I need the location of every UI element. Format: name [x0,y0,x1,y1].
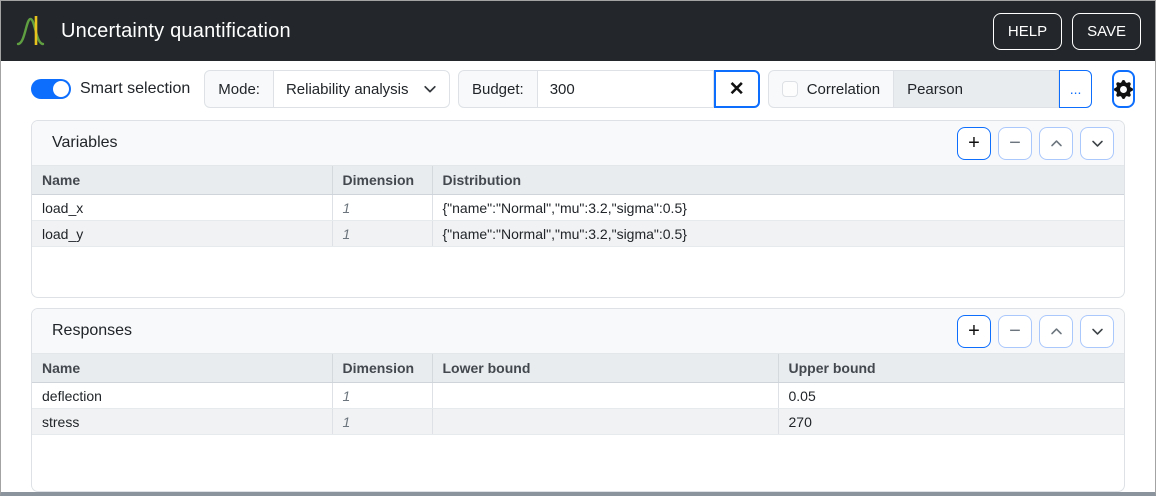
column-header: Dimension [332,354,432,383]
table-row[interactable]: load_y1{"name":"Normal","mu":3.2,"sigma"… [32,221,1124,247]
variables-panel-header: Variables + − [32,121,1124,166]
variables-table: NameDimensionDistribution load_x1{"name"… [32,166,1124,247]
help-button[interactable]: HELP [993,13,1062,50]
column-header: Upper bound [778,354,1124,383]
responses-panel-header: Responses + − [32,309,1124,354]
move-response-up-button[interactable] [1039,315,1073,348]
correlation-checkbox[interactable] [782,81,798,97]
correlation-method-value: Pearson [907,81,963,98]
table-cell[interactable] [432,409,778,435]
responses-panel-title: Responses [52,322,132,340]
variables-table-header-row: NameDimensionDistribution [32,166,1124,195]
mode-selected-value: Reliability analysis [286,81,409,98]
responses-panel: Responses + − NameDimensionLower boundUp… [31,308,1125,492]
correlation-group: Correlation Pearson ... [768,70,1092,108]
table-cell[interactable]: load_x [32,195,332,221]
variables-panel: Variables + − NameDimensionDistribution … [31,120,1125,298]
budget-group: Budget: ✕ [458,70,760,108]
column-header: Name [32,354,332,383]
settings-button[interactable] [1112,70,1135,108]
add-response-button[interactable]: + [957,315,991,348]
move-variable-up-button[interactable] [1039,127,1073,160]
clear-icon: ✕ [729,78,745,101]
table-cell[interactable]: {"name":"Normal","mu":3.2,"sigma":0.5} [432,195,1124,221]
app-header: Uncertainty quantification HELP SAVE [1,1,1155,61]
table-row[interactable]: load_x1{"name":"Normal","mu":3.2,"sigma"… [32,195,1124,221]
save-button[interactable]: SAVE [1072,13,1141,50]
remove-response-button[interactable]: − [998,315,1032,348]
correlation-method-field[interactable]: Pearson [894,70,1059,108]
table-cell[interactable]: load_y [32,221,332,247]
gear-icon [1114,80,1133,99]
chevron-down-icon [1091,325,1104,338]
chevron-down-icon [423,82,437,96]
page-title: Uncertainty quantification [61,20,291,43]
move-response-down-button[interactable] [1080,315,1114,348]
smart-selection-toggle[interactable] [31,79,71,99]
table-cell[interactable] [432,383,778,409]
mode-label: Mode: [204,70,274,108]
table-cell[interactable]: 1 [332,221,432,247]
chevron-down-icon [1091,137,1104,150]
chevron-up-icon [1050,325,1063,338]
column-header: Name [32,166,332,195]
clear-budget-button[interactable]: ✕ [714,70,760,108]
budget-input[interactable] [538,70,714,108]
column-header: Distribution [432,166,1124,195]
responses-table-header-row: NameDimensionLower boundUpper bound [32,354,1124,383]
app-window: Uncertainty quantification HELP SAVE Sma… [0,0,1156,496]
add-variable-button[interactable]: + [957,127,991,160]
table-cell[interactable]: 1 [332,383,432,409]
table-cell[interactable]: stress [32,409,332,435]
table-cell[interactable]: deflection [32,383,332,409]
correlation-label: Correlation [807,81,880,98]
responses-table: NameDimensionLower boundUpper bound defl… [32,354,1124,435]
remove-variable-button[interactable]: − [998,127,1032,160]
column-header: Dimension [332,166,432,195]
move-variable-down-button[interactable] [1080,127,1114,160]
mode-group: Mode: Reliability analysis [204,70,450,108]
gaussian-curve-logo-icon [15,12,51,50]
smart-selection-label: Smart selection [80,80,190,98]
table-row[interactable]: deflection1 0.05 [32,383,1124,409]
table-cell[interactable]: {"name":"Normal","mu":3.2,"sigma":0.5} [432,221,1124,247]
correlation-checkbox-wrap: Correlation [768,70,894,108]
variables-panel-title: Variables [52,134,118,152]
toolbar: Smart selection Mode: Reliability analys… [31,70,1125,108]
table-row[interactable]: stress1 270 [32,409,1124,435]
column-header: Lower bound [432,354,778,383]
toggle-knob [53,81,69,97]
chevron-up-icon [1050,137,1063,150]
correlation-options-button[interactable]: ... [1059,70,1092,108]
budget-label: Budget: [458,70,538,108]
table-cell[interactable]: 1 [332,195,432,221]
table-cell[interactable]: 0.05 [778,383,1124,409]
table-cell[interactable]: 1 [332,409,432,435]
mode-select[interactable]: Reliability analysis [274,70,450,108]
smart-selection-control: Smart selection [31,79,190,99]
table-cell[interactable]: 270 [778,409,1124,435]
